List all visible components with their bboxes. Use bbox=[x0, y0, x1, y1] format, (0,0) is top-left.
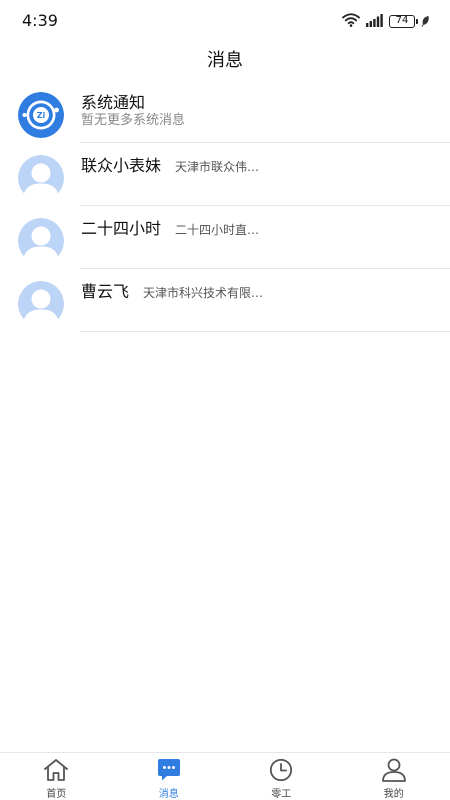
clock-icon bbox=[268, 758, 294, 782]
chat-contact-name: 曹云飞 bbox=[81, 282, 130, 301]
default-avatar-icon bbox=[18, 218, 64, 264]
home-icon bbox=[43, 758, 69, 782]
chat-row-text: 二十四小时 二十四小时直… bbox=[81, 215, 259, 239]
wifi-icon bbox=[342, 12, 360, 31]
person-icon bbox=[381, 758, 407, 782]
status-icons: 74 bbox=[342, 12, 430, 30]
tab-messages[interactable]: 消息 bbox=[113, 753, 226, 800]
tab-label: 我的 bbox=[383, 789, 404, 800]
tab-label: 首页 bbox=[46, 789, 67, 800]
chat-contact-name: 联众小表妹 bbox=[81, 156, 162, 175]
signal-icon bbox=[366, 12, 383, 31]
status-bar: 4:39 74 bbox=[0, 0, 450, 40]
list-item-chat[interactable]: 二十四小时 二十四小时直… bbox=[0, 206, 450, 269]
message-list: Zi 系统通知 暂无更多系统消息 联众小表妹 天津市联众伟… 二十四小时 二十四… bbox=[0, 80, 450, 332]
chat-contact-name: 二十四小时 bbox=[81, 219, 162, 238]
battery-icon: 74 bbox=[389, 14, 418, 28]
page-title: 消息 bbox=[207, 50, 243, 71]
tab-profile[interactable]: 我的 bbox=[338, 753, 450, 800]
chat-icon bbox=[156, 758, 182, 782]
chat-preview: 天津市科兴技术有限… bbox=[143, 286, 264, 300]
leaf-icon bbox=[421, 12, 430, 31]
system-logo-icon: Zi bbox=[18, 92, 64, 138]
status-time: 4:39 bbox=[22, 11, 58, 30]
tab-label: 消息 bbox=[158, 789, 179, 800]
chat-row-text: 曹云飞 天津市科兴技术有限… bbox=[81, 278, 263, 302]
divider bbox=[80, 331, 450, 332]
tab-gig-work[interactable]: 零工 bbox=[225, 753, 338, 800]
list-item-system-notice[interactable]: Zi 系统通知 暂无更多系统消息 bbox=[0, 80, 450, 143]
svg-text:Zi: Zi bbox=[37, 111, 46, 120]
tab-label: 零工 bbox=[271, 789, 292, 800]
list-item-chat[interactable]: 曹云飞 天津市科兴技术有限… bbox=[0, 269, 450, 332]
list-item-chat[interactable]: 联众小表妹 天津市联众伟… bbox=[0, 143, 450, 206]
chat-preview: 天津市联众伟… bbox=[175, 160, 260, 174]
system-notice-subtitle: 暂无更多系统消息 bbox=[81, 113, 186, 128]
default-avatar-icon bbox=[18, 155, 64, 201]
bottom-tab-bar: 首页 消息 零工 我的 bbox=[0, 752, 450, 800]
system-notice-avatar: Zi bbox=[18, 92, 64, 138]
tab-home[interactable]: 首页 bbox=[0, 753, 113, 800]
chat-row-text: 联众小表妹 天津市联众伟… bbox=[81, 152, 259, 176]
default-avatar-icon bbox=[18, 281, 64, 327]
chat-preview: 二十四小时直… bbox=[175, 223, 260, 237]
